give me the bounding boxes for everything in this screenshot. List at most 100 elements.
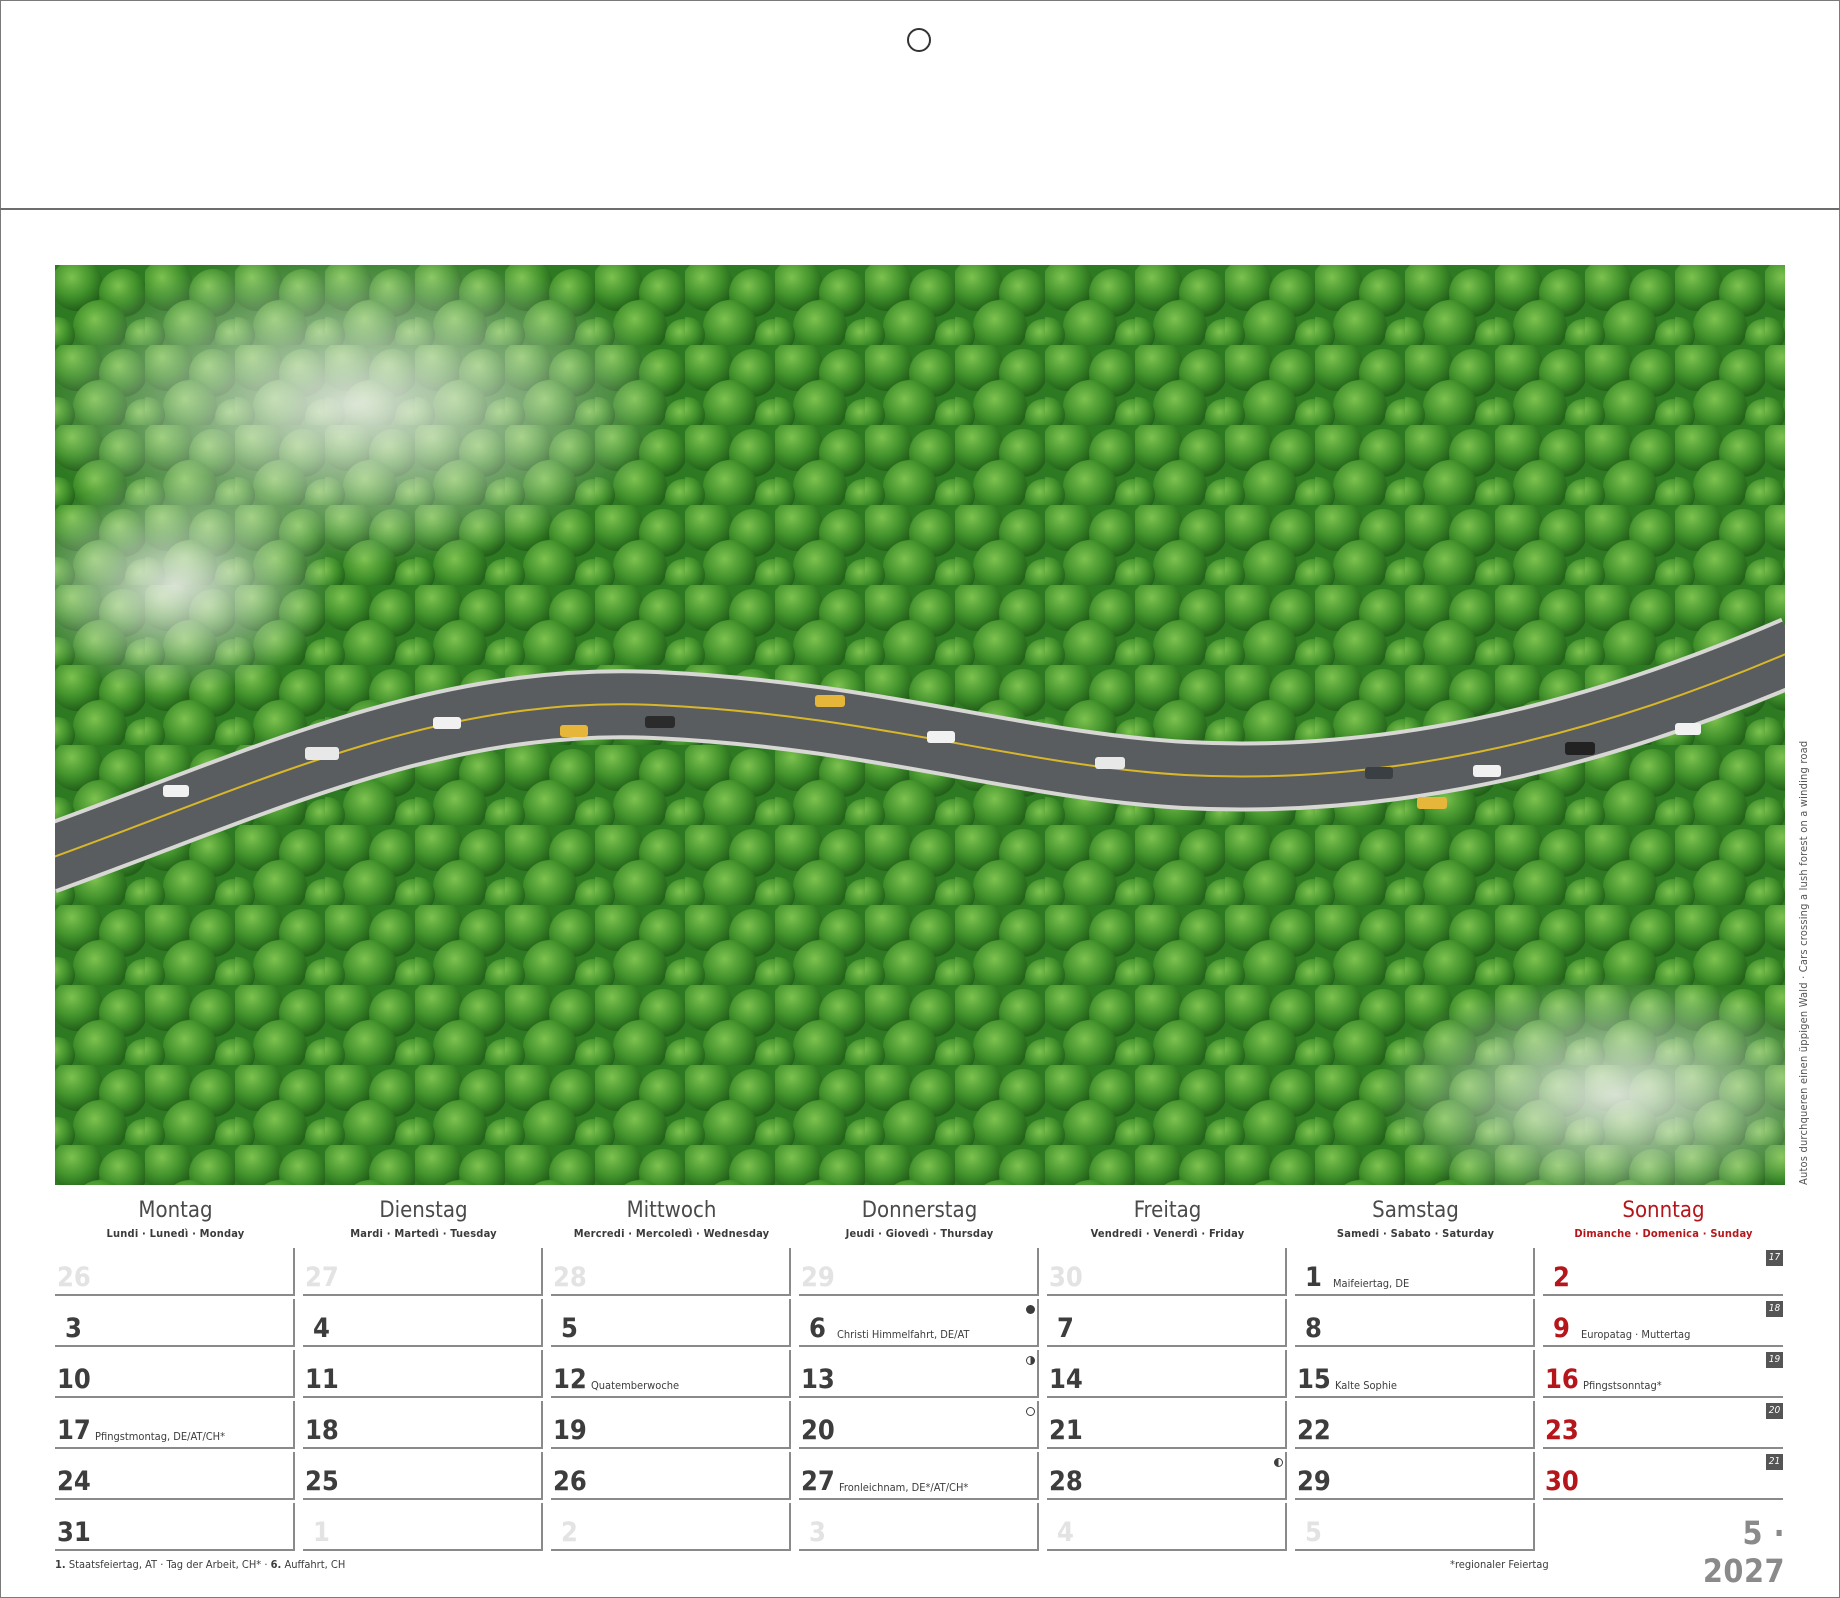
weekday-header: Sonntag Dimanche · Domenica · Sunday (1541, 1195, 1786, 1240)
day-number: 19 (553, 1415, 587, 1446)
day-cell: 1 (303, 1503, 543, 1551)
day-number: 4 (313, 1313, 330, 1344)
day-cell: 5 (551, 1299, 791, 1347)
day-note: Europatag · Muttertag (1581, 1328, 1691, 1341)
weekday-translations: Lundi · Lunedì · Monday (106, 1227, 245, 1240)
day-note: Pfingstsonntag* (1583, 1379, 1662, 1392)
day-number: 1 (313, 1517, 330, 1548)
day-number: 27 (305, 1262, 339, 1293)
weekday-translations: Mardi · Martedì · Tuesday (350, 1227, 497, 1240)
day-note: Maifeiertag, DE (1333, 1277, 1410, 1290)
day-number: 12 (553, 1364, 587, 1395)
weekday-translations: Samedi · Sabato · Saturday (1336, 1227, 1495, 1240)
week-number-badge: 20 (1766, 1403, 1783, 1419)
photo-caption: Autos durchqueren einen üppigen Wald · C… (1797, 740, 1810, 1185)
forest-road-photo (55, 265, 1785, 1185)
day-number: 9 (1553, 1313, 1570, 1344)
day-number: 17 (57, 1415, 91, 1446)
day-cell: 17 Pfingstmontag, DE/AT/CH* (55, 1401, 295, 1449)
day-cell: 14 (1047, 1350, 1287, 1398)
weekday-translations: Vendredi · Venerdì · Friday (1090, 1227, 1245, 1240)
day-number: 28 (1049, 1466, 1083, 1497)
day-number: 25 (305, 1466, 339, 1497)
day-cell: 29 (1295, 1452, 1535, 1500)
day-number: 21 (1049, 1415, 1083, 1446)
weekday-header: Samstag Samedi · Sabato · Saturday (1293, 1195, 1538, 1240)
day-number: 15 (1297, 1364, 1331, 1395)
day-cell: 7 (1047, 1299, 1287, 1347)
day-number: 2 (561, 1517, 578, 1548)
weekday-name: Donnerstag (861, 1198, 978, 1223)
day-cell: 30 (1047, 1248, 1287, 1296)
day-number: 26 (553, 1466, 587, 1497)
day-cell: 19 (551, 1401, 791, 1449)
weekday-header: Freitag Vendredi · Venerdì · Friday (1045, 1195, 1290, 1240)
moon-phase-lastq-icon (1274, 1458, 1283, 1467)
week-number-badge: 21 (1766, 1454, 1783, 1470)
day-number: 6 (809, 1313, 826, 1344)
day-number: 5 (561, 1313, 578, 1344)
day-cell: 2 17 (1543, 1248, 1783, 1296)
day-note: Kalte Sophie (1335, 1379, 1397, 1392)
day-cell: 13 (799, 1350, 1039, 1398)
calendar-header-strip (0, 0, 1840, 210)
day-number: 30 (1545, 1466, 1579, 1497)
day-cell: 27 (303, 1248, 543, 1296)
day-cell: 6 Christi Himmelfahrt, DE/AT (799, 1299, 1039, 1347)
day-cell: 24 (55, 1452, 295, 1500)
day-number: 23 (1545, 1415, 1579, 1446)
day-cell: 27 Fronleichnam, DE*/AT/CH* (799, 1452, 1039, 1500)
month-year-label: 5 · 2027 (1702, 1514, 1785, 1590)
day-number: 3 (809, 1517, 826, 1548)
day-number: 14 (1049, 1364, 1083, 1395)
day-cell: 31 (55, 1503, 295, 1551)
day-cell: 20 (799, 1401, 1039, 1449)
day-cell: 5 (1295, 1503, 1535, 1551)
day-number: 4 (1057, 1517, 1074, 1548)
day-cell: 29 (799, 1248, 1039, 1296)
weekday-name: Dienstag (379, 1198, 468, 1223)
day-cell: 2 (551, 1503, 791, 1551)
day-cell: 3 (55, 1299, 295, 1347)
day-cell: 16 Pfingstsonntag* 19 (1543, 1350, 1783, 1398)
day-number: 28 (553, 1262, 587, 1293)
weekday-name: Sonntag (1622, 1198, 1705, 1223)
moon-phase-full-icon (1026, 1407, 1035, 1416)
hanging-hole (907, 28, 931, 52)
moon-phase-new-icon (1026, 1305, 1035, 1314)
day-cell: 23 20 (1543, 1401, 1783, 1449)
day-cell: 18 (303, 1401, 543, 1449)
day-cell: 11 (303, 1350, 543, 1398)
day-number: 30 (1049, 1262, 1083, 1293)
day-number: 13 (801, 1364, 835, 1395)
day-cell: 22 (1295, 1401, 1535, 1449)
day-note: Pfingstmontag, DE/AT/CH* (95, 1430, 226, 1443)
weekday-name: Samstag (1372, 1198, 1459, 1223)
moon-phase-firstq-icon (1026, 1356, 1035, 1365)
day-cell: 25 (303, 1452, 543, 1500)
day-number: 3 (65, 1313, 82, 1344)
day-cell: 12 Quatemberwoche (551, 1350, 791, 1398)
week-number-badge: 19 (1766, 1352, 1783, 1368)
day-number: 11 (305, 1364, 339, 1395)
day-number: 24 (57, 1466, 91, 1497)
day-cell: 1 Maifeiertag, DE (1295, 1248, 1535, 1296)
week-number-badge: 18 (1766, 1301, 1783, 1317)
day-cell: 30 21 (1543, 1452, 1783, 1500)
day-cell: 26 (551, 1452, 791, 1500)
day-number: 29 (1297, 1466, 1331, 1497)
day-cell: 28 (551, 1248, 791, 1296)
day-number: 8 (1305, 1313, 1322, 1344)
weekday-translations: Dimanche · Domenica · Sunday (1574, 1227, 1753, 1240)
day-number: 22 (1297, 1415, 1331, 1446)
day-cell: 4 (1047, 1503, 1287, 1551)
day-note: Quatemberwoche (591, 1379, 680, 1392)
weekday-name: Montag (138, 1198, 213, 1223)
day-cell: 4 (303, 1299, 543, 1347)
day-cell: 26 (55, 1248, 295, 1296)
day-number: 29 (801, 1262, 835, 1293)
weekday-translations: Jeudi · Giovedì · Thursday (845, 1227, 994, 1240)
day-number: 10 (57, 1364, 91, 1395)
day-cell: 21 (1047, 1401, 1287, 1449)
day-cell: 9 Europatag · Muttertag 18 (1543, 1299, 1783, 1347)
